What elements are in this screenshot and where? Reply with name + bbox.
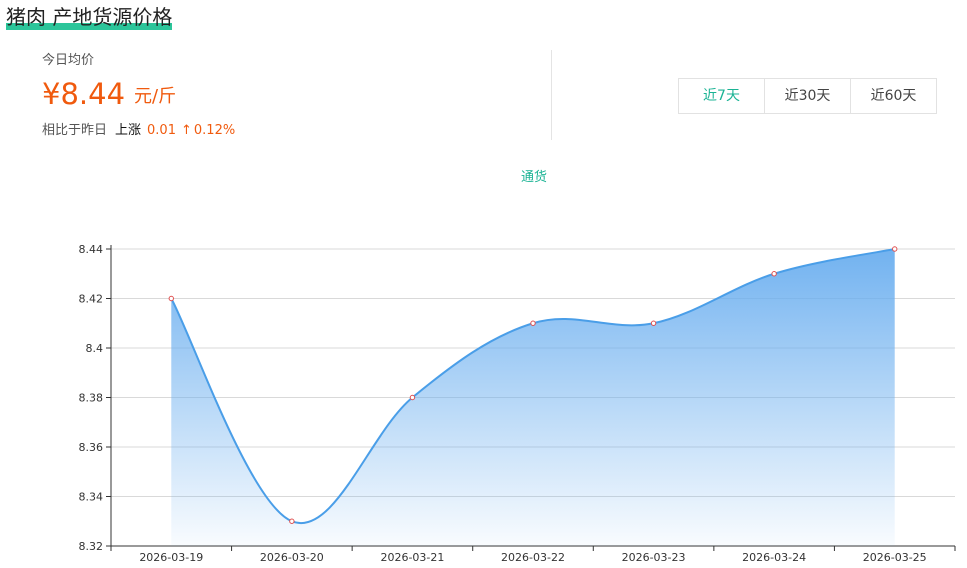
data-point <box>289 518 295 524</box>
y-tick-label: 8.36 <box>79 441 104 454</box>
page-title: 猪肉 产地货源价格 <box>6 4 173 30</box>
y-tick-label: 8.44 <box>79 243 104 256</box>
data-point <box>650 320 657 326</box>
x-tick-label: 2026-03-25 <box>863 551 927 564</box>
x-tick-label: 2026-03-23 <box>622 551 686 564</box>
x-tick-label: 2026-03-22 <box>501 551 565 564</box>
x-tick-label: 2026-03-24 <box>742 551 806 564</box>
x-tick-label: 2026-03-21 <box>380 551 444 564</box>
price-chart: 8.32 8.34 8.36 8.38 8.4 8.42 8.44 2026-03-19 202… <box>79 243 956 564</box>
y-tick-label: 8.34 <box>79 491 104 504</box>
data-point <box>168 295 174 302</box>
data-point <box>892 246 898 252</box>
y-tick-label: 8.38 <box>79 392 104 405</box>
page-title-text: 猪肉 产地货源价格 <box>6 5 173 29</box>
data-point <box>409 394 416 401</box>
y-tick-label: 8.32 <box>79 540 104 553</box>
x-tick-label: 2026-03-20 <box>260 551 324 564</box>
data-point <box>771 271 777 277</box>
y-tick-label: 8.4 <box>86 342 104 355</box>
y-tick-label: 8.42 <box>79 293 104 306</box>
data-point <box>530 320 536 326</box>
x-tick-label: 2026-03-19 <box>139 551 203 564</box>
